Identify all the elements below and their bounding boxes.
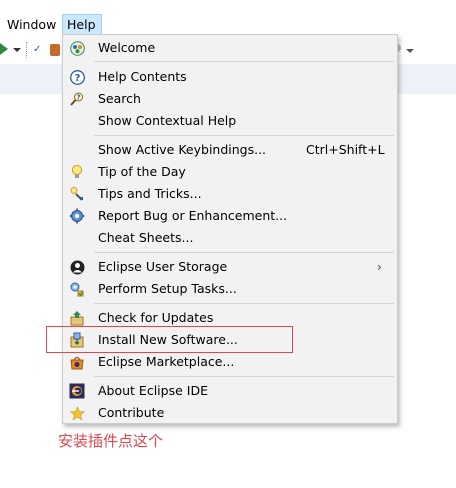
menu-item-label: Help Contents <box>98 69 187 84</box>
help-menu-dropdown: Welcome ? Help Contents ? Search Show Co… <box>62 34 398 424</box>
submenu-arrow-icon: › <box>377 260 382 274</box>
toolbar-separator <box>26 42 28 58</box>
menu-item-label: Contribute <box>98 405 165 420</box>
svg-text:?: ? <box>76 94 80 102</box>
menu-item-label: Eclipse Marketplace... <box>98 354 235 369</box>
spell-check-icon[interactable]: ✓ <box>33 42 48 57</box>
menu-bar: Window Help <box>0 0 456 37</box>
menu-separator <box>94 135 394 136</box>
marketplace-icon <box>69 354 85 370</box>
menu-item-welcome[interactable]: Welcome <box>64 37 396 59</box>
menu-item-about-eclipse-ide[interactable]: About Eclipse IDE <box>64 380 396 402</box>
menu-item-tips-and-tricks[interactable]: Tips and Tricks... <box>64 183 396 205</box>
menu-item-label: Tips and Tricks... <box>98 186 202 201</box>
run-icon[interactable] <box>0 43 8 55</box>
menu-item-report-bug[interactable]: Report Bug or Enhancement... <box>64 205 396 227</box>
menu-item-cheat-sheets[interactable]: Cheat Sheets... <box>64 227 396 249</box>
annotation-highlight-box <box>46 326 293 353</box>
menu-item-label: Check for Updates <box>98 310 214 325</box>
menu-separator <box>94 303 394 304</box>
menu-item-label: Welcome <box>98 40 156 55</box>
menu-item-label: Tip of the Day <box>98 164 186 179</box>
tips-tricks-icon <box>69 186 85 202</box>
help-contents-icon: ? <box>69 69 85 85</box>
menu-item-contribute[interactable]: Contribute <box>64 402 396 424</box>
menu-item-label: Perform Setup Tasks... <box>98 281 237 296</box>
menu-item-show-contextual-help[interactable]: Show Contextual Help <box>64 110 396 132</box>
eclipse-about-icon <box>69 383 85 399</box>
menu-item-eclipse-marketplace[interactable]: Eclipse Marketplace... <box>64 351 396 373</box>
report-bug-icon <box>69 208 85 224</box>
user-storage-icon <box>69 259 85 275</box>
menu-item-label: Eclipse User Storage <box>98 259 228 274</box>
setup-tasks-icon <box>69 281 85 297</box>
menu-item-label: Cheat Sheets... <box>98 230 194 245</box>
menu-window[interactable]: Window <box>2 15 61 35</box>
search-icon: ? <box>69 91 85 107</box>
menu-item-label: About Eclipse IDE <box>98 383 208 398</box>
check-updates-icon <box>69 310 85 326</box>
menu-item-shortcut: Ctrl+Shift+L <box>306 142 385 157</box>
menu-separator <box>94 252 394 253</box>
toolbar-tool-icon[interactable] <box>50 44 60 56</box>
lightbulb-icon <box>69 164 85 180</box>
menu-item-perform-setup-tasks[interactable]: Perform Setup Tasks... <box>64 278 396 300</box>
menu-help[interactable]: Help <box>62 14 102 36</box>
menu-item-label: Show Contextual Help <box>98 113 237 128</box>
menu-item-eclipse-user-storage[interactable]: Eclipse User Storage › <box>64 256 396 278</box>
svg-text:?: ? <box>74 73 80 84</box>
menu-item-label: Show Active Keybindings... <box>98 142 267 157</box>
menu-item-label: Report Bug or Enhancement... <box>98 208 288 223</box>
run-dropdown-icon[interactable] <box>13 48 21 52</box>
menu-item-help-contents[interactable]: ? Help Contents <box>64 66 396 88</box>
toolbar-right-dropdown-icon[interactable] <box>406 49 414 53</box>
menu-item-label: Search <box>98 91 141 106</box>
welcome-icon <box>69 40 85 56</box>
menu-item-tip-of-the-day[interactable]: Tip of the Day <box>64 161 396 183</box>
menu-separator <box>94 61 394 62</box>
menu-item-search[interactable]: ? Search <box>64 88 396 110</box>
menu-item-show-active-keybindings[interactable]: Show Active Keybindings... Ctrl+Shift+L <box>64 139 396 161</box>
menu-separator <box>94 376 394 377</box>
annotation-note: 安装插件点这个 <box>58 432 164 450</box>
star-icon <box>69 405 85 421</box>
